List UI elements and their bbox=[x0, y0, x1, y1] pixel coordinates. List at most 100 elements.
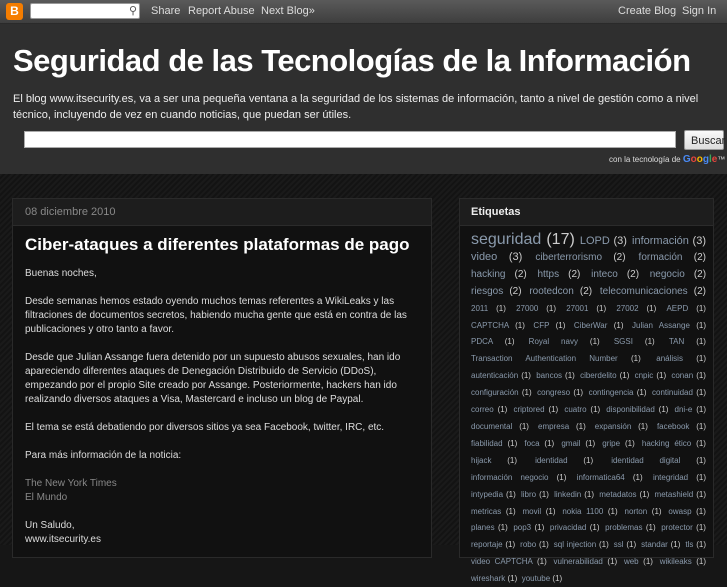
label-link[interactable]: integridad bbox=[653, 473, 688, 482]
blog-post: 08 diciembre 2010 Ciber-ataques a difere… bbox=[12, 198, 432, 558]
label-link[interactable]: linkedin bbox=[554, 490, 581, 499]
label-link[interactable]: CAPTCHA bbox=[471, 321, 509, 330]
label-link[interactable]: expansión bbox=[595, 422, 631, 431]
label-count: (2) bbox=[509, 285, 522, 297]
label-link[interactable]: hacking bbox=[471, 269, 505, 280]
label-link[interactable]: cuatro bbox=[564, 405, 586, 414]
label-link[interactable]: congreso bbox=[537, 388, 570, 397]
label-link[interactable]: continuidad bbox=[652, 388, 693, 397]
label-link[interactable]: contingencia bbox=[589, 388, 634, 397]
navbar-search-input[interactable]: ⚲ bbox=[30, 3, 140, 19]
label-link[interactable]: 27000 bbox=[516, 304, 538, 313]
label-link[interactable]: SGSI bbox=[614, 337, 633, 346]
label-link[interactable]: disponibilidad bbox=[606, 405, 654, 414]
nyt-link[interactable]: The New York Times bbox=[25, 477, 421, 491]
label-item: 27000 (1) bbox=[516, 304, 556, 313]
label-link[interactable]: 27002 bbox=[616, 304, 638, 313]
label-link[interactable]: privacidad bbox=[550, 523, 586, 532]
label-link[interactable]: owasp bbox=[668, 507, 691, 516]
label-link[interactable]: https bbox=[537, 269, 559, 280]
label-link[interactable]: planes bbox=[471, 523, 495, 532]
label-link[interactable]: video CAPTCHA bbox=[471, 557, 532, 566]
label-link[interactable]: identidad digital bbox=[611, 456, 680, 465]
label-link[interactable]: hacking ético bbox=[642, 439, 691, 448]
label-link[interactable]: libro bbox=[521, 490, 536, 499]
label-link[interactable]: AEPD bbox=[666, 304, 688, 313]
label-link[interactable]: criptored bbox=[513, 405, 544, 414]
label-link[interactable]: metadatos bbox=[599, 490, 636, 499]
label-link[interactable]: nokia 1100 bbox=[562, 507, 603, 516]
label-link[interactable]: youtube bbox=[522, 574, 550, 583]
sign-in-link[interactable]: Sign In bbox=[682, 5, 716, 17]
label-link[interactable]: PDCA bbox=[471, 337, 493, 346]
label-count: (3) bbox=[613, 235, 627, 247]
label-link[interactable]: telecomunicaciones bbox=[600, 286, 688, 297]
label-link[interactable]: wikileaks bbox=[660, 557, 692, 566]
label-link[interactable]: información negocio bbox=[471, 473, 548, 482]
label-link[interactable]: ciberdelito bbox=[580, 371, 616, 380]
label-link[interactable]: facebook bbox=[657, 422, 689, 431]
label-count: (1) bbox=[696, 354, 706, 364]
label-link[interactable]: ciberterrorismo bbox=[535, 252, 602, 263]
label-link[interactable]: formación bbox=[639, 252, 683, 263]
label-link[interactable]: gmail bbox=[561, 439, 580, 448]
label-link[interactable]: metricas bbox=[471, 507, 501, 516]
label-link[interactable]: documental bbox=[471, 422, 512, 431]
label-link[interactable]: protector bbox=[661, 523, 693, 532]
label-link[interactable]: bancos bbox=[536, 371, 562, 380]
label-link[interactable]: 2011 bbox=[471, 304, 488, 313]
label-link[interactable]: metashield bbox=[655, 490, 694, 499]
label-link[interactable]: vulnerabilidad bbox=[554, 557, 603, 566]
search-button[interactable]: Buscar bbox=[684, 130, 725, 150]
blog-search-input[interactable] bbox=[24, 131, 676, 148]
label-link[interactable]: cnpic bbox=[635, 371, 654, 380]
label-link[interactable]: información bbox=[632, 235, 689, 247]
post-title[interactable]: Ciber-ataques a diferentes plataformas d… bbox=[25, 235, 410, 255]
label-link[interactable]: identidad bbox=[535, 456, 567, 465]
label-link[interactable]: problemas bbox=[605, 523, 642, 532]
label-link[interactable]: movil bbox=[522, 507, 541, 516]
label-link[interactable]: seguridad bbox=[471, 231, 541, 248]
label-link[interactable]: conan bbox=[671, 371, 693, 380]
label-link[interactable]: informatica64 bbox=[577, 473, 625, 482]
label-link[interactable]: correo bbox=[471, 405, 494, 414]
elmundo-link[interactable]: El Mundo bbox=[25, 491, 421, 505]
report-abuse-link[interactable]: Report Abuse bbox=[188, 5, 255, 17]
label-link[interactable]: web bbox=[624, 557, 639, 566]
label-link[interactable]: dni-e bbox=[675, 405, 693, 414]
label-link[interactable]: CiberWar bbox=[574, 321, 607, 330]
label-link[interactable]: video bbox=[471, 251, 497, 263]
label-link[interactable]: TAN bbox=[669, 337, 684, 346]
label-link[interactable]: empresa bbox=[538, 422, 569, 431]
label-link[interactable]: Royal navy bbox=[529, 337, 578, 346]
label-link[interactable]: negocio bbox=[650, 269, 685, 280]
label-link[interactable]: configuración bbox=[471, 388, 519, 397]
blogger-logo-icon[interactable]: B bbox=[6, 3, 23, 20]
label-item: autenticación (1) bbox=[471, 371, 531, 380]
label-count: (1) bbox=[596, 303, 607, 313]
share-link[interactable]: Share bbox=[151, 5, 180, 17]
label-link[interactable]: fiabilidad bbox=[471, 439, 503, 448]
label-link[interactable]: Julian Assange bbox=[632, 321, 690, 330]
label-link[interactable]: inteco bbox=[591, 269, 618, 280]
label-link[interactable]: pop3 bbox=[513, 523, 531, 532]
label-link[interactable]: 27001 bbox=[566, 304, 588, 313]
create-blog-link[interactable]: Create Blog bbox=[618, 5, 676, 17]
label-link[interactable]: wireshark bbox=[471, 574, 505, 583]
label-link[interactable]: hijack bbox=[471, 456, 491, 465]
label-link[interactable]: análisis bbox=[656, 354, 683, 363]
label-item: 27001 (1) bbox=[566, 304, 606, 313]
label-link[interactable]: rootedcon bbox=[529, 286, 573, 297]
label-link[interactable]: foca bbox=[524, 439, 539, 448]
blog-title[interactable]: Seguridad de las Tecnologías de la Infor… bbox=[13, 43, 691, 79]
label-link[interactable]: autenticación bbox=[471, 371, 518, 380]
label-link[interactable]: norton bbox=[625, 507, 648, 516]
search-icon[interactable]: ⚲ bbox=[129, 4, 137, 17]
label-link[interactable]: CFP bbox=[533, 321, 549, 330]
label-link[interactable]: riesgos bbox=[471, 286, 503, 297]
label-link[interactable]: gripe bbox=[602, 439, 620, 448]
label-link[interactable]: intypedia bbox=[471, 490, 503, 499]
next-blog-link[interactable]: Next Blog» bbox=[261, 5, 315, 17]
label-link[interactable]: Transaction Authentication Number bbox=[471, 354, 618, 363]
label-link[interactable]: LOPD bbox=[580, 235, 610, 247]
